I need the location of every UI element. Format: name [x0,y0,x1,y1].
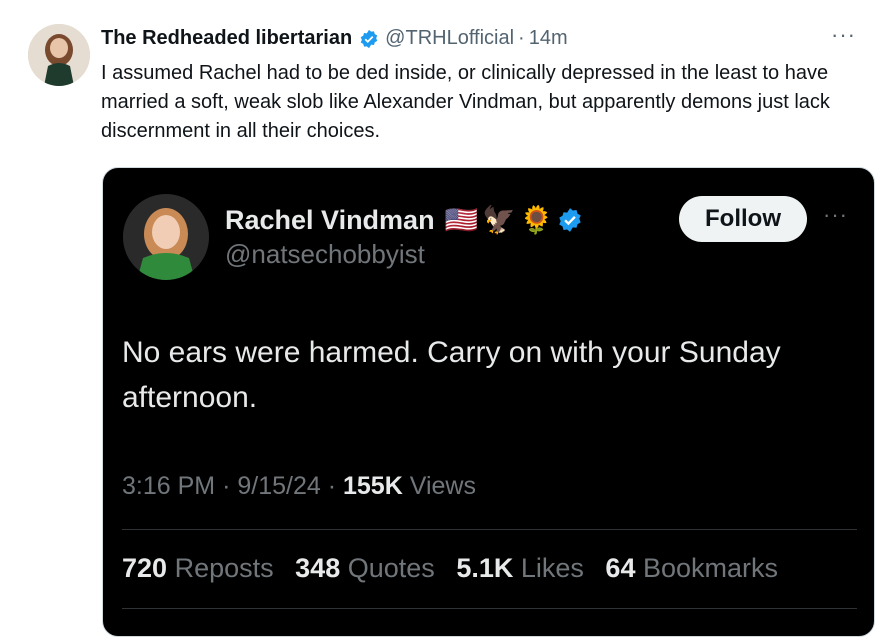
reposts-count: 720 [122,553,168,583]
reposts-stat[interactable]: 720 Reposts [122,553,281,583]
divider [122,529,857,530]
separator-dot: · [222,472,231,500]
verified-badge-icon [557,207,583,233]
us-flag-icon: 🇺🇸 [444,205,479,235]
separator-dot: · [518,27,525,49]
bookmarks-stat[interactable]: 64 Bookmarks [605,553,778,583]
timestamp[interactable]: 14m [529,27,568,50]
likes-count: 5.1K [456,553,514,583]
author-handle[interactable]: @TRHLofficial [385,27,514,50]
verified-badge-icon [359,29,379,49]
quoted-meta: 3:16 PM · 9/15/24 · 155K Views [122,472,476,501]
likes-label: Likes [520,553,584,583]
bookmarks-count: 64 [605,553,636,583]
quoted-date[interactable]: 9/15/24 [237,472,320,500]
quoted-author-row: Rachel Vindman 🇺🇸 🦅 🌻 [225,204,583,236]
likes-stat[interactable]: 5.1K Likes [456,553,591,583]
author-name[interactable]: The Redheaded libertarian [101,27,352,50]
quotes-count: 348 [295,553,341,583]
tweet-header: The Redheaded libertarian @TRHLofficial … [101,27,568,50]
sunflower-icon: 🌻 [519,205,554,235]
follow-button[interactable]: Follow [679,196,807,242]
eagle-icon: 🦅 [482,205,516,235]
quoted-time[interactable]: 3:16 PM [122,472,215,500]
views-count: 155K [343,472,403,500]
quoted-more-options-icon[interactable]: ··· [823,202,848,228]
more-options-icon[interactable]: ··· [831,22,856,48]
divider [122,608,857,609]
avatar[interactable] [28,24,90,86]
views-label: Views [409,472,476,500]
emoji-group: 🇺🇸 🦅 🌻 [445,204,584,236]
quoted-tweet-text: No ears were harmed. Carry on with your … [122,336,781,414]
quoted-author-name[interactable]: Rachel Vindman [225,205,435,236]
tweet-text: I assumed Rachel had to be ded inside, o… [101,62,830,142]
quotes-label: Quotes [347,553,435,583]
quotes-stat[interactable]: 348 Quotes [295,553,442,583]
quoted-author-handle[interactable]: @natsechobbyist [225,239,425,270]
quoted-tweet-card[interactable]: Rachel Vindman 🇺🇸 🦅 🌻 @natsechobbyist Fo… [102,167,875,637]
separator-dot: · [327,472,337,500]
reposts-label: Reposts [174,553,274,583]
bookmarks-label: Bookmarks [642,553,779,583]
quoted-avatar[interactable] [123,194,209,280]
engagement-stats: 720 Reposts 348 Quotes 5.1K Likes 64 Boo… [122,553,792,584]
